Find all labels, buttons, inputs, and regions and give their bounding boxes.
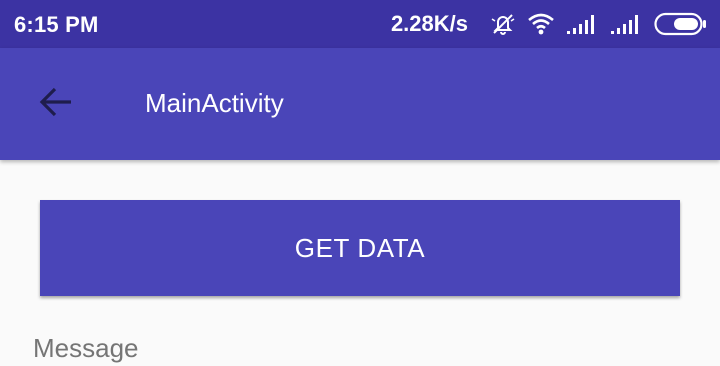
signal-icon <box>566 13 600 35</box>
back-button[interactable] <box>24 76 88 132</box>
status-time: 6:15 PM <box>14 12 99 37</box>
network-speed: 2.28K/s <box>390 11 468 36</box>
wifi-icon <box>526 11 556 37</box>
get-data-button[interactable]: GET DATA <box>40 200 680 296</box>
signal-icon <box>610 13 644 35</box>
status-icons: 2.28K/s <box>391 10 708 38</box>
app-bar: MainActivity <box>0 48 720 160</box>
battery-icon <box>654 12 708 36</box>
app-title: MainActivity <box>145 88 284 118</box>
status-bar: 6:15 PM 2.28K/s <box>0 0 720 48</box>
message-label: Message <box>33 333 139 363</box>
bell-off-icon <box>490 11 516 37</box>
arrow-back-icon <box>38 86 74 123</box>
